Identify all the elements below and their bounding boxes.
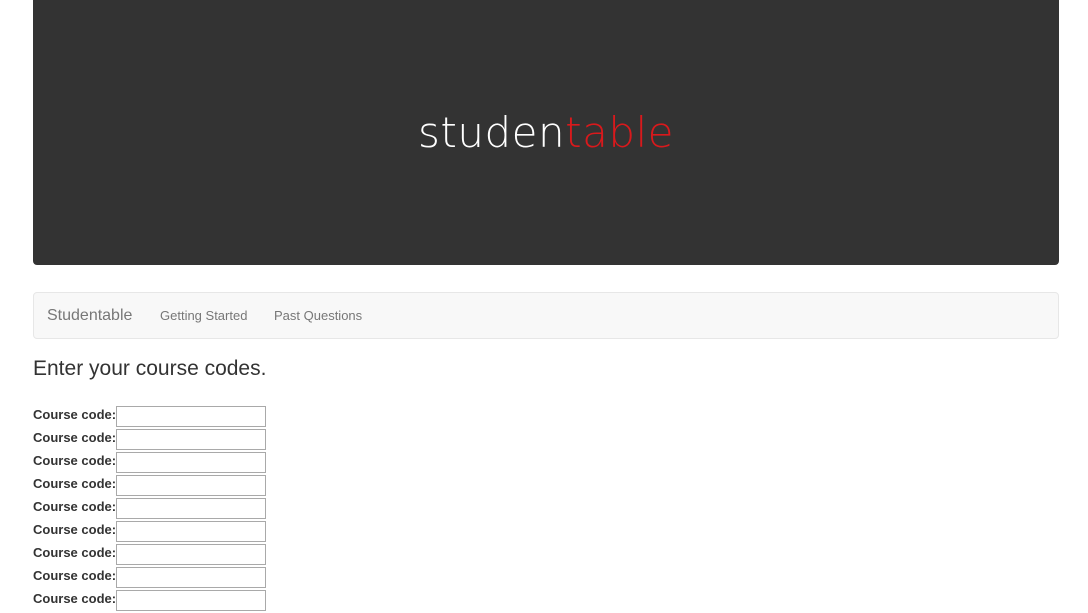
course-code-input[interactable] <box>116 521 267 542</box>
site-logo: studentable <box>33 108 1059 158</box>
course-code-label: Course code: <box>33 407 117 422</box>
course-code-row: Course code: <box>33 475 267 498</box>
course-code-label: Course code: <box>33 522 117 537</box>
course-code-row: Course code: <box>33 429 267 452</box>
page-container: studentable Studentable Getting Started … <box>33 0 1059 611</box>
course-code-row: Course code: <box>33 452 267 475</box>
course-code-row: Course code: <box>33 498 267 521</box>
course-code-input[interactable] <box>116 498 267 519</box>
course-code-label: Course code: <box>33 499 117 514</box>
nav-link-getting-started[interactable]: Getting Started <box>160 308 247 323</box>
course-code-row: Course code: <box>33 544 267 567</box>
course-code-label: Course code: <box>33 568 117 583</box>
nav-link-past-questions[interactable]: Past Questions <box>274 308 362 323</box>
course-code-input[interactable] <box>116 452 267 473</box>
logo-text-white: studen <box>418 108 566 157</box>
page-heading: Enter your course codes. <box>33 357 267 380</box>
course-code-row: Course code: <box>33 406 267 429</box>
course-code-label: Course code: <box>33 476 117 491</box>
navbar: Studentable Getting Started Past Questio… <box>33 292 1059 339</box>
navbar-brand-link[interactable]: Studentable <box>47 307 132 325</box>
course-code-row: Course code: <box>33 521 267 544</box>
course-code-input[interactable] <box>116 544 267 565</box>
course-code-input[interactable] <box>116 590 267 611</box>
course-code-label: Course code: <box>33 591 117 606</box>
course-code-label: Course code: <box>33 430 117 445</box>
course-code-form: Course code: Course code: Course code: C… <box>33 406 267 613</box>
logo-text-red: table <box>565 108 674 157</box>
course-code-label: Course code: <box>33 545 117 560</box>
course-code-label: Course code: <box>33 453 117 468</box>
course-code-row: Course code: <box>33 567 267 590</box>
course-code-input[interactable] <box>116 429 267 450</box>
course-code-input[interactable] <box>116 567 267 588</box>
header-banner: studentable <box>33 0 1059 265</box>
course-code-input[interactable] <box>116 406 267 427</box>
course-code-input[interactable] <box>116 475 267 496</box>
